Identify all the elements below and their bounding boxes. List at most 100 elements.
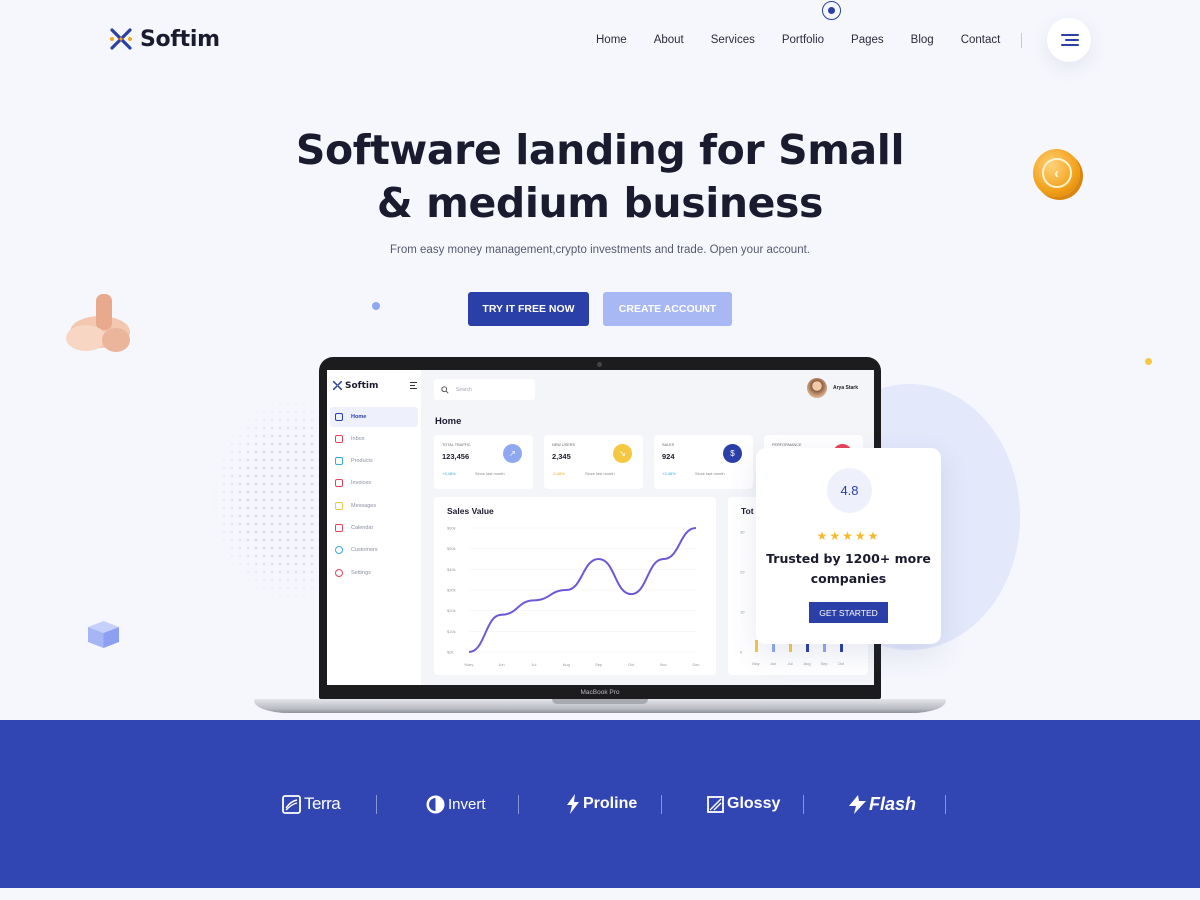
sidebar-item-home[interactable]: Home (330, 407, 418, 427)
bar (755, 640, 758, 652)
x-tick-label: May (752, 661, 760, 666)
hero-subtitle: From easy money management,crypto invest… (390, 244, 810, 256)
brand-glossy[interactable]: Glossy (707, 793, 780, 815)
laptop-camera (597, 362, 602, 367)
card-label: PERFORMANCE (772, 443, 802, 447)
scroll-indicator[interactable] (822, 1, 841, 20)
dot-pattern (212, 400, 324, 600)
card-label: SALES (662, 443, 675, 447)
hero-title: Software landing for Small & medium busi… (0, 124, 1200, 230)
site-logo[interactable]: Softim (108, 26, 220, 52)
x-tick-label: Jul (531, 662, 536, 667)
dashboard-sidebar: Softim Home Inbox Products Invoices Mess… (327, 370, 421, 685)
stat-card-new-users: NEW USERS 2,345 -3.48% Since last month … (544, 435, 643, 489)
brand-divider (518, 795, 519, 814)
brand-divider (661, 795, 662, 814)
user-name: Arya Stark (833, 385, 859, 391)
rating-score: 4.8 (827, 468, 872, 513)
brand-name: Terra (304, 794, 341, 813)
nav-home[interactable]: Home (596, 34, 627, 46)
sidebar-item-invoices[interactable]: Invoices (330, 473, 418, 493)
x-tick-label: Mary (465, 662, 474, 667)
calendar-icon (335, 524, 343, 532)
sidebar-item-label: Settings (351, 570, 371, 576)
x-tick-label: Dec (692, 662, 699, 667)
laptop-model-label: MacBook Pro (580, 689, 620, 696)
nav-contact[interactable]: Contact (961, 34, 1001, 46)
brand-invert[interactable]: Invert (426, 793, 486, 815)
create-account-button[interactable]: CREATE ACCOUNT (603, 292, 732, 326)
y-tick-label: 10 (740, 610, 745, 615)
home-icon (335, 413, 343, 421)
sidebar-item-calendar[interactable]: Calendar (330, 518, 418, 538)
lightning-icon (849, 794, 866, 814)
card-label: TOTAL TRAFFIC (442, 443, 471, 447)
sidebar-item-products[interactable]: Products (330, 451, 418, 471)
trend-up-icon: ↗ (503, 444, 522, 463)
x-tick-label: Sep (820, 661, 828, 666)
x-tick-label: Jul (787, 661, 792, 666)
get-started-button[interactable]: GET STARTED (809, 602, 888, 623)
star-rating-icon: ★★★★★ (816, 529, 881, 543)
invert-logo-icon (426, 795, 445, 813)
sidebar-item-label: Inbox (351, 436, 365, 442)
card-change: +3.48% (442, 471, 456, 476)
card-value: 123,456 (442, 452, 470, 461)
brand-flash[interactable]: Flash (849, 793, 916, 815)
laptop-notch (552, 699, 648, 704)
dashboard-page-title: Home (435, 416, 462, 427)
rating-text: Trusted by 1200+ more companies (756, 549, 941, 589)
box-icon (335, 457, 343, 465)
y-tick-label: $10k (447, 629, 456, 634)
gear-icon (335, 569, 343, 577)
hero-title-line2: & medium business (376, 179, 824, 227)
sales-value-panel: Sales Value $60k $50k $40k $30k $20k $10k $0k M… (434, 497, 716, 675)
rating-text-line2: companies (810, 571, 887, 586)
sidebar-item-messages[interactable]: Messages (330, 496, 418, 516)
sidebar-item-label: Messages (351, 503, 377, 509)
decor-dot-yellow (1145, 358, 1152, 365)
dashboard-search-input[interactable]: Search (434, 379, 535, 400)
search-icon (441, 385, 449, 394)
rating-card: 4.8 ★★★★★ Trusted by 1200+ more companie… (756, 448, 941, 644)
brand-proline[interactable]: Proline (566, 793, 637, 815)
card-change: -3.48% (552, 471, 565, 476)
sidebar-item-inbox[interactable]: Inbox (330, 429, 418, 449)
nav-blog[interactable]: Blog (911, 34, 934, 46)
hero-title-line1: Software landing for Small (295, 126, 905, 174)
card-since: Since last month (695, 471, 725, 476)
sidebar-item-label: Invoices (351, 480, 372, 486)
brand-name: Flash (869, 793, 917, 814)
sidebar-item-customers[interactable]: Customers (330, 540, 418, 560)
y-tick-label: 20 (740, 570, 745, 575)
sidebar-toggle-icon[interactable] (410, 382, 417, 391)
logo-icon (110, 28, 132, 50)
dashboard-logo: Softim (332, 380, 378, 391)
avatar[interactable] (807, 378, 827, 398)
stat-card-sales: SALES 924 +3.48% Since last month $ (654, 435, 753, 489)
terra-logo-icon (282, 794, 301, 814)
nav-portfolio[interactable]: Portfolio (782, 34, 824, 46)
card-value: 924 (662, 452, 675, 461)
hamburger-menu-button[interactable] (1047, 18, 1091, 62)
x-tick-label: Oct (628, 662, 635, 667)
card-change: +3.48% (662, 471, 676, 476)
brand-name: Proline (583, 795, 638, 812)
card-label: NEW USERS (552, 443, 575, 447)
brand-name: Glossy (727, 795, 781, 812)
stat-card-traffic: TOTAL TRAFFIC 123,456 +3.48% Since last … (434, 435, 533, 489)
card-since: Since last month (585, 471, 615, 476)
nav-pages[interactable]: Pages (851, 34, 884, 46)
y-tick-label: 0 (740, 650, 743, 655)
try-free-button[interactable]: TRY IT FREE NOW (468, 292, 589, 326)
card-since: Since last month (475, 471, 505, 476)
x-tick-label: Sep (595, 662, 603, 667)
x-tick-label: Jun (498, 662, 504, 667)
trend-down-icon: ↘ (613, 444, 632, 463)
brand-terra[interactable]: Terra (282, 793, 341, 815)
nav-about[interactable]: About (654, 34, 684, 46)
logo-text: Softim (140, 26, 220, 52)
nav-services[interactable]: Services (711, 34, 755, 46)
x-tick-label: Nov (660, 662, 667, 667)
sidebar-item-settings[interactable]: Settings (330, 563, 418, 583)
